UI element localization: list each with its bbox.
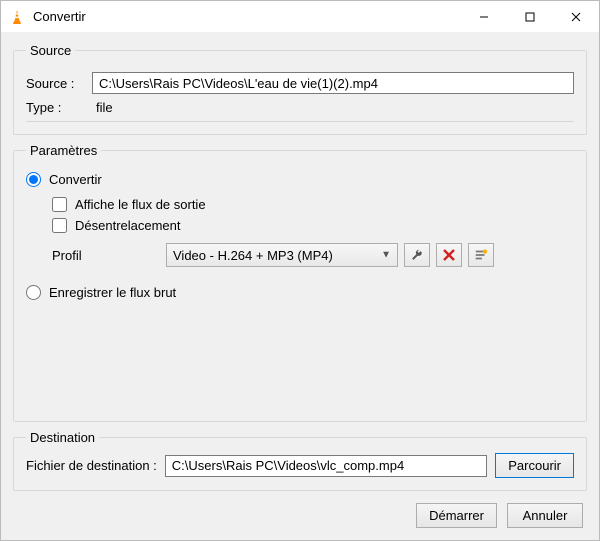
window-title: Convertir: [33, 9, 461, 24]
window-controls: [461, 1, 599, 32]
params-group: Paramètres Convertir Affiche le flux de …: [13, 143, 587, 422]
source-label: Source :: [26, 76, 84, 91]
vlc-cone-icon: [9, 9, 25, 25]
source-separator: [26, 121, 574, 122]
titlebar: Convertir: [1, 1, 599, 33]
delete-profile-button[interactable]: [436, 243, 462, 267]
convert-radio-label: Convertir: [49, 172, 102, 187]
close-button[interactable]: [553, 1, 599, 32]
profile-selected: Video - H.264 + MP3 (MP4): [173, 248, 333, 263]
minimize-button[interactable]: [461, 1, 507, 32]
dialog-footer: Démarrer Annuler: [13, 499, 587, 530]
wrench-icon: [410, 248, 424, 262]
destination-legend: Destination: [26, 430, 99, 445]
new-list-icon: [474, 248, 488, 262]
dump-raw-label: Enregistrer le flux brut: [49, 285, 176, 300]
browse-button[interactable]: Parcourir: [495, 453, 574, 478]
destination-group: Destination Fichier de destination : Par…: [13, 430, 587, 491]
display-output-checkbox[interactable]: Affiche le flux de sortie: [52, 197, 574, 212]
display-output-label: Affiche le flux de sortie: [75, 197, 206, 212]
convert-dialog: Convertir Source Source : Type : file: [0, 0, 600, 541]
maximize-button[interactable]: [507, 1, 553, 32]
chevron-down-icon: ▼: [381, 250, 391, 261]
deinterlace-checkbox[interactable]: Désentrelacement: [52, 218, 574, 233]
cancel-button-label: Annuler: [523, 508, 568, 523]
dump-raw-radio[interactable]: Enregistrer le flux brut: [26, 285, 574, 300]
x-icon: [443, 249, 455, 261]
start-button[interactable]: Démarrer: [416, 503, 497, 528]
source-input[interactable]: [92, 72, 574, 94]
type-label: Type :: [26, 100, 84, 115]
destination-file-label: Fichier de destination :: [26, 458, 157, 473]
convert-radio[interactable]: Convertir: [26, 172, 574, 187]
deinterlace-checkbox-input[interactable]: [52, 218, 67, 233]
destination-file-input[interactable]: [165, 455, 487, 477]
source-row: Source :: [26, 72, 574, 94]
display-output-checkbox-input[interactable]: [52, 197, 67, 212]
deinterlace-label: Désentrelacement: [75, 218, 181, 233]
profile-label: Profil: [52, 248, 160, 263]
profile-select[interactable]: Video - H.264 + MP3 (MP4) ▼: [166, 243, 398, 267]
client-area: Source Source : Type : file Paramètres C…: [1, 33, 599, 540]
start-button-label: Démarrer: [429, 508, 484, 523]
destination-row: Fichier de destination : Parcourir: [26, 453, 574, 478]
type-value: file: [92, 100, 113, 115]
edit-profile-button[interactable]: [404, 243, 430, 267]
browse-button-label: Parcourir: [508, 458, 561, 473]
cancel-button[interactable]: Annuler: [507, 503, 583, 528]
convert-radio-input[interactable]: [26, 172, 41, 187]
source-group: Source Source : Type : file: [13, 43, 587, 135]
convert-options: Affiche le flux de sortie Désentrelaceme…: [26, 197, 574, 233]
new-profile-button[interactable]: [468, 243, 494, 267]
params-legend: Paramètres: [26, 143, 101, 158]
profile-row: Profil Video - H.264 + MP3 (MP4) ▼: [26, 243, 574, 267]
type-row: Type : file: [26, 100, 574, 115]
source-legend: Source: [26, 43, 75, 58]
dump-raw-radio-input[interactable]: [26, 285, 41, 300]
